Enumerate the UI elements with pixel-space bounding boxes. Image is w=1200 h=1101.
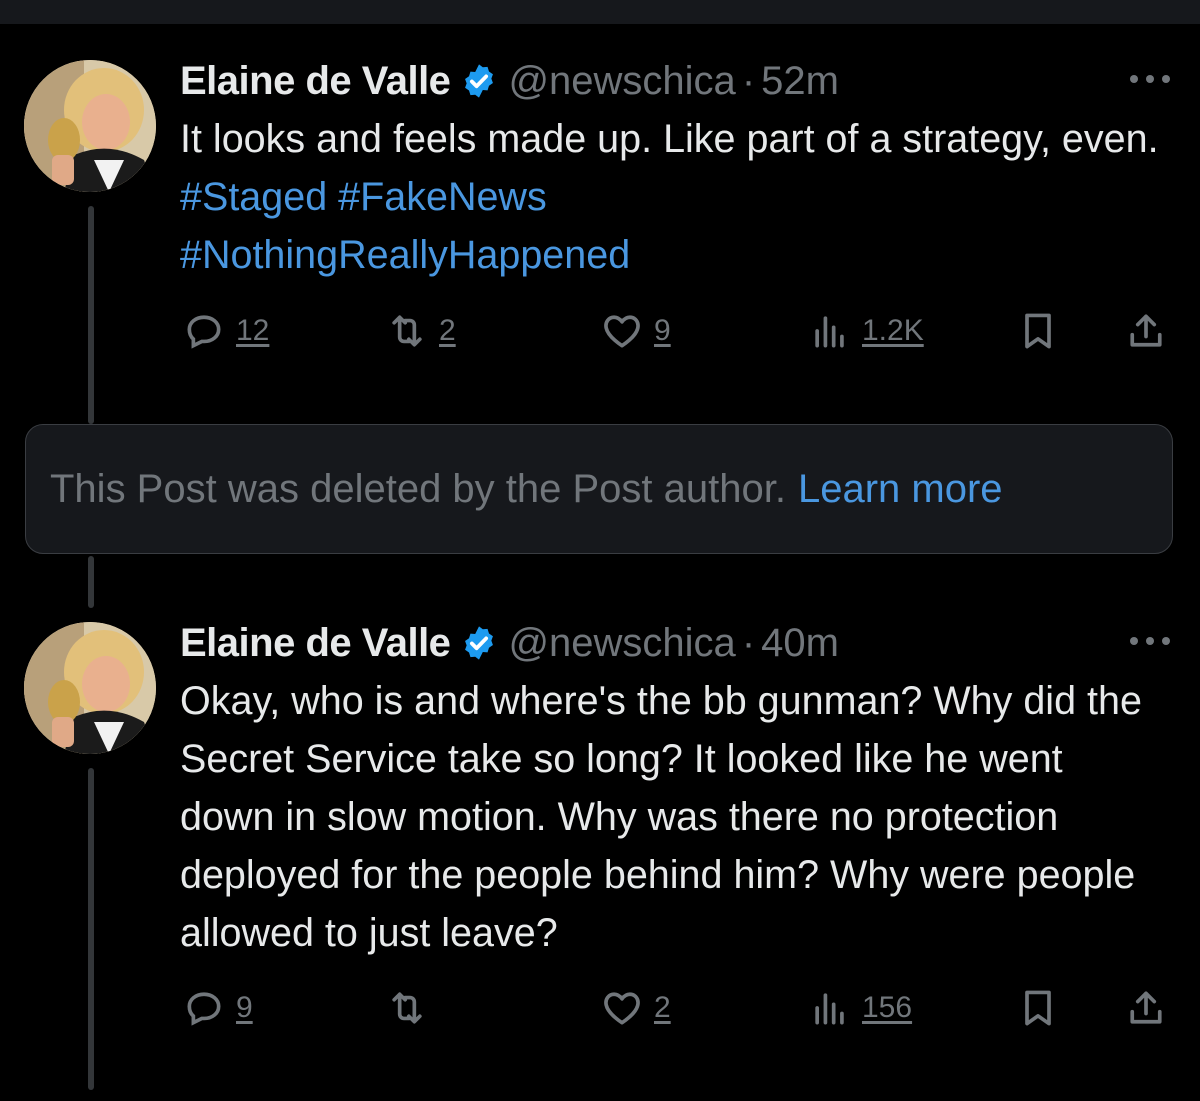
top-edge-bar	[0, 0, 1200, 24]
bookmark-icon	[1025, 990, 1051, 1026]
repost-icon	[392, 992, 422, 1024]
repost-button[interactable]: 2	[385, 306, 456, 356]
heart-icon	[604, 992, 640, 1025]
share-button[interactable]	[1124, 306, 1168, 356]
hashtag-link[interactable]: #NothingReallyHappened	[180, 233, 630, 277]
views-icon	[815, 993, 844, 1025]
thread-line-top	[88, 206, 94, 424]
deleted-post-notice: This Post was deleted by the Post author…	[25, 424, 1173, 554]
more-icon[interactable]	[1130, 626, 1170, 656]
author-name[interactable]: Elaine de Valle	[180, 621, 451, 666]
reply-button[interactable]: 9	[182, 983, 253, 1033]
verified-badge-icon	[460, 624, 498, 662]
like-count: 2	[654, 991, 671, 1024]
tweet-time[interactable]: 52m	[761, 59, 839, 104]
like-count: 9	[654, 314, 671, 347]
bookmark-button[interactable]	[1016, 306, 1060, 356]
repost-icon	[392, 315, 422, 347]
reply-icon	[187, 315, 221, 349]
text-segment: It looks and feels made up. Like part of…	[180, 117, 1159, 161]
author-name[interactable]: Elaine de Valle	[180, 59, 451, 104]
tweet-text: Okay, who is and where's the bb gunman? …	[180, 679, 1142, 955]
like-button[interactable]: 2	[600, 983, 671, 1033]
author-handle[interactable]: @newschica	[508, 621, 735, 666]
repost-button[interactable]	[385, 983, 439, 1033]
separator-dot: ·	[741, 620, 756, 665]
avatar[interactable]	[24, 622, 156, 754]
share-icon	[1130, 991, 1162, 1024]
like-button[interactable]: 9	[600, 306, 671, 356]
heart-icon	[604, 315, 640, 348]
tweet-header: Elaine de Valle @newschica · 52m	[180, 56, 839, 106]
tweet-actions: 9 2 156	[180, 983, 1170, 1033]
reply-button[interactable]: 12	[182, 306, 269, 356]
deleted-notice-text: This Post was deleted by the Post author…	[50, 466, 786, 511]
thread-line-middle	[88, 556, 94, 608]
share-icon	[1130, 314, 1162, 347]
repost-count: 2	[439, 314, 456, 347]
verified-badge-icon	[460, 62, 498, 100]
tweet-2[interactable]: Elaine de Valle @newschica · 40m Okay, w…	[180, 618, 1170, 1038]
views-button[interactable]: 1.2K	[808, 306, 924, 356]
avatar[interactable]	[24, 60, 156, 192]
views-icon	[815, 316, 844, 348]
tweet-1[interactable]: Elaine de Valle @newschica · 52m It look…	[180, 56, 1170, 356]
reply-icon	[187, 992, 221, 1026]
views-button[interactable]: 156	[808, 983, 912, 1033]
more-icon[interactable]	[1130, 64, 1170, 94]
tweet-time[interactable]: 40m	[761, 621, 839, 666]
hashtag-link[interactable]: #FakeNews	[338, 175, 547, 219]
reply-count: 12	[236, 314, 270, 347]
views-count: 156	[862, 991, 913, 1024]
views-count: 1.2K	[862, 314, 924, 347]
author-handle[interactable]: @newschica	[508, 59, 735, 104]
bookmark-button[interactable]	[1016, 983, 1060, 1033]
tweet-header: Elaine de Valle @newschica · 40m	[180, 618, 839, 668]
tweet-text: It looks and feels made up. Like part of…	[180, 110, 1180, 284]
thread-line-bottom	[88, 768, 94, 1090]
learn-more-link[interactable]: Learn more	[798, 467, 1003, 512]
reply-count: 9	[236, 991, 253, 1024]
bookmark-icon	[1025, 313, 1051, 349]
separator-dot: ·	[741, 58, 756, 103]
text-segment	[327, 175, 338, 219]
hashtag-link[interactable]: #Staged	[180, 175, 327, 219]
share-button[interactable]	[1124, 983, 1168, 1033]
tweet-actions: 12 2 9 1.2K	[180, 306, 1170, 356]
